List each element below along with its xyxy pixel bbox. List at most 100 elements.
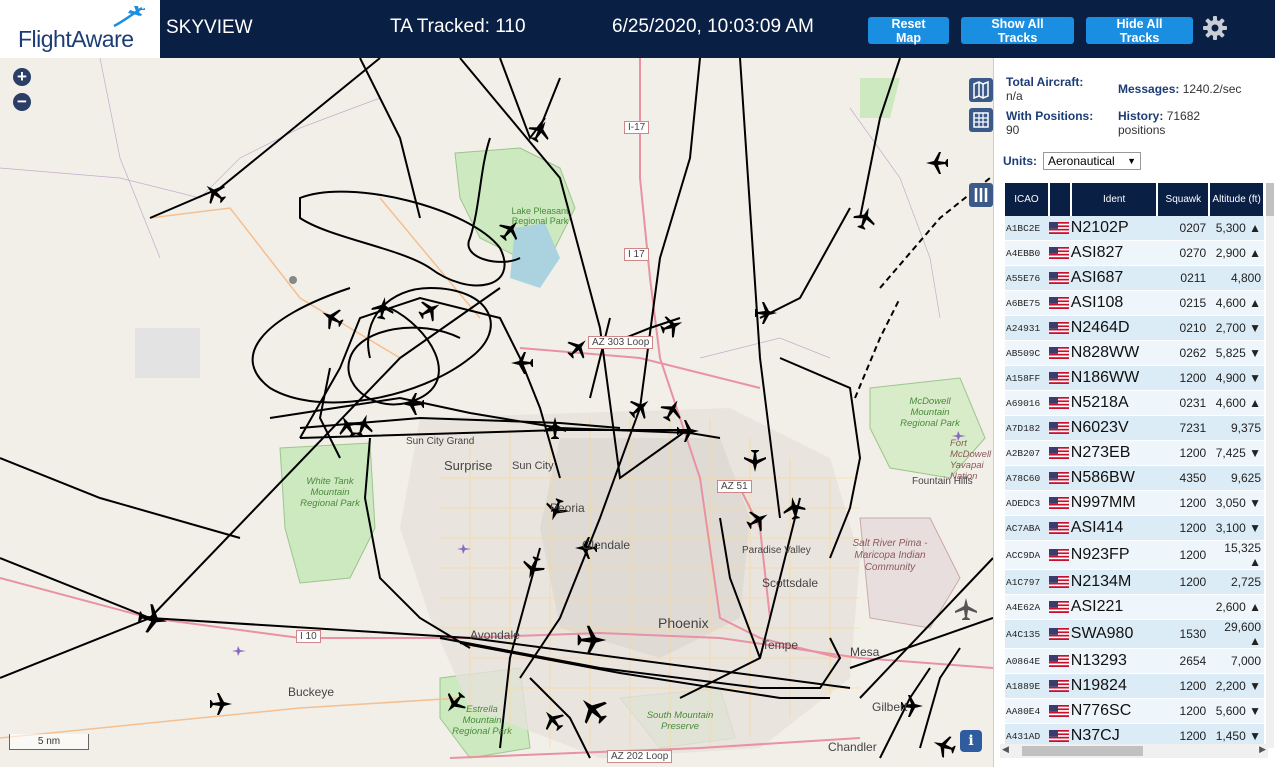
us-flag-icon	[1048, 265, 1071, 291]
table-row[interactable]: A4E62A ASI221 2,600 ▲	[1005, 594, 1264, 620]
table-row[interactable]: AC7ABA ASI414 1200 3,100 ▼	[1005, 515, 1264, 541]
label-chandler: Chandler	[828, 740, 877, 754]
show-all-tracks-button[interactable]: Show All Tracks	[961, 17, 1074, 45]
cell-altitude: 5,825 ▼	[1209, 340, 1264, 366]
label-i17: I-17	[624, 121, 650, 134]
us-flag-icon	[1048, 515, 1071, 541]
table-row[interactable]: A1C797 N2134M 1200 2,725	[1005, 569, 1264, 595]
cell-altitude: 9,375	[1209, 415, 1264, 441]
cell-squawk: 0262	[1157, 340, 1210, 366]
table-row[interactable]: A158FF N186WW 1200 4,900 ▼	[1005, 365, 1264, 391]
cell-icao: A69016	[1005, 390, 1049, 416]
cell-altitude: 4,600 ▲	[1209, 390, 1264, 416]
info-button[interactable]: i	[960, 730, 982, 752]
label-tempe: Tempe	[762, 638, 799, 652]
zoom-out-button[interactable]: −	[13, 93, 31, 111]
table-row[interactable]: AA80E4 N776SC 1200 5,600 ▼	[1005, 698, 1264, 724]
cell-icao: A1C797	[1005, 569, 1049, 595]
table-row[interactable]: A0864E N13293 2654 7,000	[1005, 648, 1264, 674]
table-row[interactable]: A1889E N19824 1200 2,200 ▼	[1005, 673, 1264, 699]
cell-altitude: 2,900 ▲	[1209, 240, 1264, 266]
cell-squawk: 0207	[1157, 216, 1210, 241]
cell-ident: N2102P	[1070, 216, 1158, 241]
table-row[interactable]: A55E76 ASI687 0211 4,800	[1005, 265, 1264, 291]
column-header-altitude[interactable]: Altitude (ft)	[1209, 183, 1265, 216]
cell-ident: N13293	[1070, 648, 1158, 674]
label-mesa: Mesa	[850, 645, 880, 659]
column-header-squawk[interactable]: Squawk	[1157, 183, 1211, 216]
sidebar: Total Aircraft: n/a Messages: 1240.2/sec…	[993, 58, 1275, 767]
table-row[interactable]: A4EBB0 ASI827 0270 2,900 ▲	[1005, 240, 1264, 266]
label-sun-city-grand: Sun City Grand	[406, 436, 475, 447]
cell-ident: ASI108	[1070, 290, 1158, 316]
table-row[interactable]: A1BC2E N2102P 0207 5,300 ▲	[1005, 216, 1264, 241]
table-row[interactable]: AB509C N828WW 0262 5,825 ▼	[1005, 340, 1264, 366]
units-selected-value: Aeronautical	[1048, 154, 1115, 168]
label-glendale: Glendale	[582, 538, 631, 552]
scroll-right-icon[interactable]: ▶	[1259, 744, 1266, 755]
table-row[interactable]: A78C60 N586BW 4350 9,625	[1005, 465, 1264, 491]
cell-ident: N273EB	[1070, 440, 1158, 466]
cell-squawk: 0211	[1157, 265, 1210, 291]
cell-squawk: 1200	[1157, 698, 1210, 724]
table-row[interactable]: A7D182 N6023V 7231 9,375	[1005, 415, 1264, 441]
flightaware-logo[interactable]: FlightAware	[0, 0, 160, 58]
cell-ident: ASI414	[1070, 515, 1158, 541]
cell-ident: N2464D	[1070, 315, 1158, 341]
cell-ident: N19824	[1070, 673, 1158, 699]
us-flag-icon	[1048, 540, 1071, 570]
zoom-in-button[interactable]: +	[13, 68, 31, 86]
cell-squawk: 2654	[1157, 648, 1210, 674]
us-flag-icon	[1048, 315, 1071, 341]
hide-all-tracks-button[interactable]: Hide All Tracks	[1086, 17, 1193, 45]
cell-altitude: 3,100 ▼	[1209, 515, 1264, 541]
map-scale-bar: 5 nm	[9, 734, 89, 750]
table-row[interactable]: A24931 N2464D 0210 2,700 ▼	[1005, 315, 1264, 341]
cell-ident: ASI221	[1070, 594, 1158, 620]
chevron-down-icon: ▼	[1127, 156, 1136, 166]
with-positions-value: 90	[1006, 123, 1020, 137]
cell-altitude: 2,700 ▼	[1209, 315, 1264, 341]
table-row[interactable]: ADEDC3 N997MM 1200 3,050 ▼	[1005, 490, 1264, 516]
cell-squawk: 0215	[1157, 290, 1210, 316]
label-az202: AZ 202 Loop	[607, 750, 673, 763]
cell-icao: A4C135	[1005, 619, 1049, 649]
history-label: History:	[1118, 109, 1164, 123]
label-south-mountain: South Mountain Preserve	[646, 710, 714, 732]
messages-label: Messages:	[1118, 82, 1180, 96]
cell-icao: AB509C	[1005, 340, 1049, 366]
table-row[interactable]: A69016 N5218A 0231 4,600 ▲	[1005, 390, 1264, 416]
column-toggle-button[interactable]	[969, 183, 993, 207]
column-header-icao[interactable]: ICAO	[1005, 183, 1050, 216]
column-header-flag[interactable]	[1048, 183, 1072, 216]
table-row[interactable]: A4C135 SWA980 1530 29,600 ▲	[1005, 619, 1264, 649]
grid-icon	[973, 112, 989, 128]
gear-icon[interactable]	[1201, 14, 1229, 42]
reset-map-button[interactable]: Reset Map	[868, 17, 949, 45]
horizontal-scrollbar[interactable]: ◀ ▶	[1000, 744, 1268, 758]
table-row[interactable]: ACC9DA N923FP 1200 15,325 ▲	[1005, 540, 1264, 570]
units-select[interactable]: Aeronautical ▼	[1043, 152, 1141, 170]
map-view[interactable]: I-17 I 17 Lake Pleasant Regional Park AZ…	[0, 58, 993, 767]
with-positions-label: With Positions:	[1006, 109, 1094, 123]
map-canvas	[0, 58, 993, 759]
vertical-scrollbar[interactable]	[1266, 183, 1274, 748]
horizontal-scrollbar-thumb[interactable]	[1022, 746, 1143, 756]
aircraft-table[interactable]: ICAO Ident Squawk Altitude (ft) A1BC2E N2…	[1005, 183, 1265, 748]
scroll-left-icon[interactable]: ◀	[1002, 744, 1009, 755]
us-flag-icon	[1048, 216, 1071, 241]
table-row[interactable]: A2B207 N273EB 1200 7,425 ▼	[1005, 440, 1264, 466]
us-flag-icon	[1048, 240, 1071, 266]
cell-altitude: 7,000	[1209, 648, 1264, 674]
cell-altitude: 15,325 ▲	[1209, 540, 1264, 570]
vertical-scrollbar-thumb[interactable]	[1266, 183, 1274, 216]
cell-altitude: 2,600 ▲	[1209, 594, 1264, 620]
cell-icao: A6BE75	[1005, 290, 1049, 316]
grid-toggle-button[interactable]	[969, 108, 993, 132]
map-layers-button[interactable]	[969, 78, 993, 102]
table-row[interactable]: A6BE75 ASI108 0215 4,600 ▲	[1005, 290, 1264, 316]
cell-squawk: 1200	[1157, 365, 1210, 391]
label-scottsdale: Scottsdale	[762, 576, 819, 590]
column-header-ident[interactable]: Ident	[1070, 183, 1159, 216]
label-estrella: Estrella Mountain Regional Park	[452, 704, 512, 737]
